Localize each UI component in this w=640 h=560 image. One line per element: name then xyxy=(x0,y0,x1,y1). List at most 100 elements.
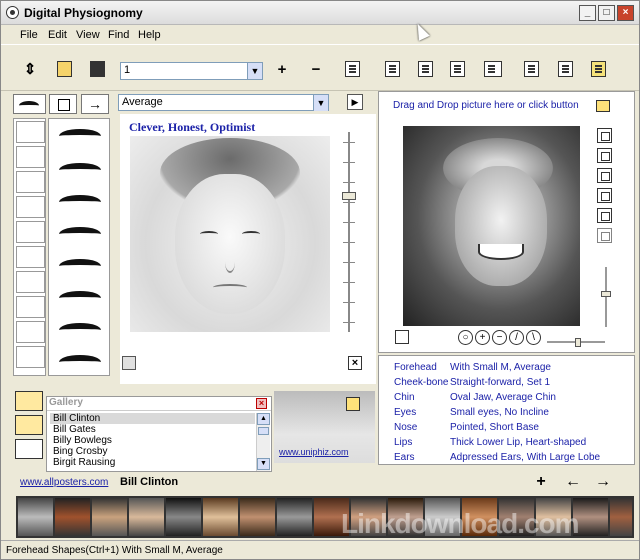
shape-option[interactable] xyxy=(59,129,101,143)
clear-face-button[interactable]: × xyxy=(348,356,362,370)
layout-tool-icon[interactable] xyxy=(597,228,612,243)
document-icon[interactable] xyxy=(418,61,433,77)
scroll-thumb[interactable] xyxy=(258,427,269,435)
maximize-button[interactable]: □ xyxy=(598,5,615,21)
list-item[interactable]: Birgit Rausing xyxy=(50,457,255,468)
gallery-scrollbar[interactable]: ▲ ▼ xyxy=(256,413,270,471)
globe-icon[interactable] xyxy=(558,61,573,77)
chin-category-icon[interactable] xyxy=(16,171,45,193)
eyebrows-category-icon[interactable] xyxy=(16,221,45,243)
face-number-combo[interactable]: 1 ▼ xyxy=(120,62,263,80)
hair-category-icon[interactable] xyxy=(16,321,45,343)
slider-thumb[interactable] xyxy=(575,338,581,347)
shape-option[interactable] xyxy=(59,227,101,241)
portrait-thumbnail[interactable] xyxy=(277,498,312,536)
lips-category-icon[interactable] xyxy=(16,271,45,293)
portrait-thumbnail[interactable] xyxy=(55,498,90,536)
zoom-search-icon[interactable] xyxy=(15,415,43,435)
close-button[interactable]: × xyxy=(617,5,634,21)
gallery-list[interactable]: Bill Clinton Bill Gates Billy Bowlegs Bi… xyxy=(50,413,255,471)
list-view-icon[interactable] xyxy=(15,439,43,459)
apply-arrow-button[interactable]: → xyxy=(81,94,109,114)
save-disk-icon[interactable] xyxy=(90,61,105,77)
shape-option[interactable] xyxy=(59,291,101,305)
composite-icon[interactable] xyxy=(345,61,360,77)
add-button[interactable]: + xyxy=(272,59,292,79)
slider-thumb[interactable] xyxy=(342,192,356,200)
list-item[interactable]: Billy Bowlegs xyxy=(50,435,255,446)
export-icon[interactable] xyxy=(591,61,606,77)
print-icon[interactable] xyxy=(524,61,539,77)
portrait-thumbnail[interactable] xyxy=(240,498,275,536)
fit-icon[interactable]: ○ xyxy=(458,330,473,345)
app-eye-icon[interactable] xyxy=(6,6,19,19)
menu-find[interactable]: Find xyxy=(108,29,129,41)
nose-category-icon[interactable] xyxy=(16,246,45,268)
add-person-button[interactable]: + xyxy=(532,473,550,491)
portrait-thumbnail[interactable] xyxy=(92,498,127,536)
list-item[interactable]: Bing Crosby xyxy=(50,446,255,457)
portrait-thumbnail[interactable] xyxy=(129,498,164,536)
type-icon[interactable] xyxy=(484,61,502,77)
portrait-thumbnail[interactable] xyxy=(18,498,53,536)
menu-view[interactable]: View xyxy=(76,29,100,41)
edit-document-icon[interactable] xyxy=(450,61,465,77)
forehead-category-icon[interactable] xyxy=(16,121,45,143)
chevron-down-icon[interactable]: ▼ xyxy=(313,95,328,111)
template-select[interactable]: Average ▼ xyxy=(118,94,329,111)
open-folder-icon[interactable] xyxy=(57,61,72,77)
identity-icon[interactable] xyxy=(385,61,400,77)
face-settings-icon[interactable] xyxy=(122,356,136,370)
feature-size-slider[interactable] xyxy=(341,132,357,332)
allposters-link[interactable]: www.allposters.com xyxy=(20,477,108,488)
photo-contrast-slider[interactable] xyxy=(601,267,611,327)
frame-button[interactable] xyxy=(49,94,77,114)
pen-icon[interactable]: / xyxy=(509,330,524,345)
user-icon[interactable] xyxy=(346,397,360,411)
portrait-thumbnail[interactable] xyxy=(610,498,632,536)
menu-edit[interactable]: Edit xyxy=(48,29,67,41)
menu-help[interactable]: Help xyxy=(138,29,161,41)
eyes-category-icon[interactable] xyxy=(16,196,45,218)
shape-option[interactable] xyxy=(59,163,101,177)
ear-category-icon[interactable] xyxy=(16,296,45,318)
composite-face-image xyxy=(130,136,330,332)
scroll-up-icon[interactable]: ▲ xyxy=(257,413,270,425)
search-icon[interactable] xyxy=(15,391,43,411)
cheekbone-category-icon[interactable] xyxy=(16,146,45,168)
close-icon[interactable]: × xyxy=(256,398,267,409)
shape-option[interactable] xyxy=(59,259,101,273)
remove-button[interactable]: − xyxy=(306,59,326,79)
shape-option[interactable] xyxy=(59,323,101,337)
menu-file[interactable]: File xyxy=(20,29,38,41)
list-item[interactable]: Bill Gates xyxy=(50,424,255,435)
minimize-button[interactable]: _ xyxy=(579,5,596,21)
shape-option[interactable] xyxy=(59,355,101,369)
layout-tool-icon[interactable] xyxy=(597,188,612,203)
random-face-icon[interactable]: ⇕ xyxy=(20,59,40,79)
photo-zoom-slider[interactable] xyxy=(547,338,605,347)
crop-icon[interactable] xyxy=(395,330,409,344)
mustache-category-icon[interactable] xyxy=(16,346,45,368)
load-picture-icon[interactable] xyxy=(596,100,610,112)
layout-tool-icon[interactable] xyxy=(597,168,612,183)
shape-option[interactable] xyxy=(59,195,101,209)
zoom-out-icon[interactable]: − xyxy=(492,330,507,345)
next-person-button[interactable]: → xyxy=(594,473,612,491)
zoom-in-icon[interactable]: + xyxy=(475,330,490,345)
layout-tool-icon[interactable] xyxy=(597,128,612,143)
play-icon[interactable]: ▶ xyxy=(347,94,363,110)
previous-person-button[interactable]: ← xyxy=(564,473,582,491)
scroll-down-icon[interactable]: ▼ xyxy=(257,458,270,470)
portrait-thumbnail[interactable] xyxy=(203,498,238,536)
chevron-down-icon[interactable]: ▼ xyxy=(247,63,262,79)
photo-drop-panel[interactable]: Drag and Drop picture here or click butt… xyxy=(378,91,635,353)
layout-tool-icon[interactable] xyxy=(597,208,612,223)
slider-thumb[interactable] xyxy=(601,291,611,297)
list-item[interactable]: Bill Clinton xyxy=(50,413,255,424)
uniphiz-link[interactable]: www.uniphiz.com xyxy=(279,447,349,457)
portrait-thumbnail[interactable] xyxy=(166,498,201,536)
eraser-icon[interactable]: \ xyxy=(526,330,541,345)
eyebrow-tool-button[interactable] xyxy=(13,94,46,114)
layout-tool-icon[interactable] xyxy=(597,148,612,163)
